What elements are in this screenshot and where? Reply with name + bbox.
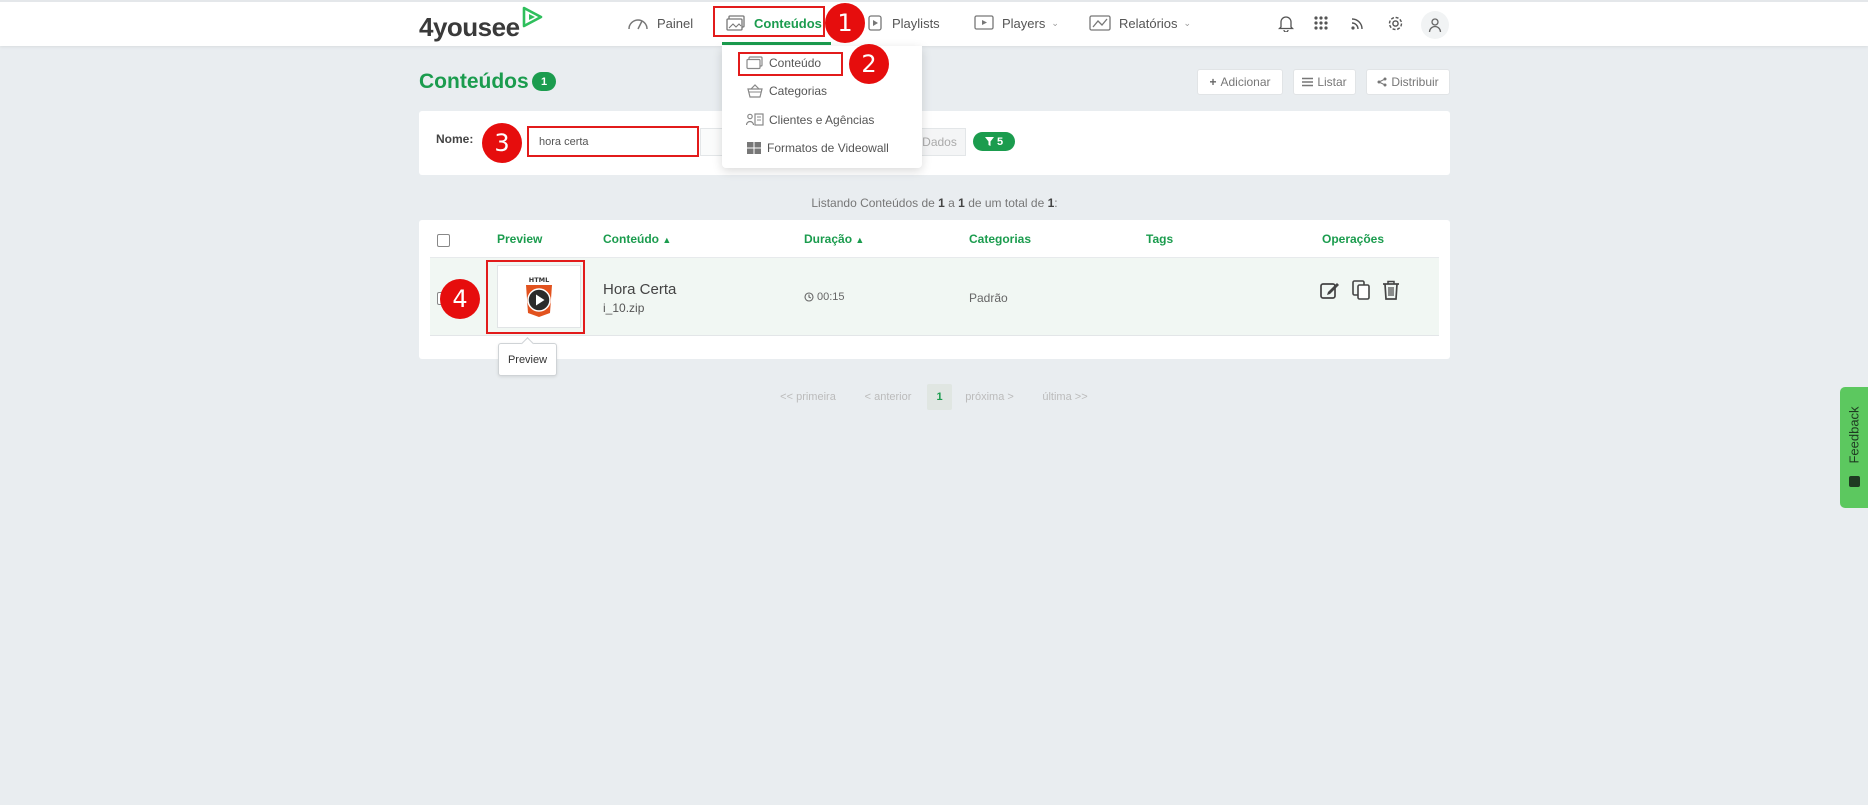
- pagination-last[interactable]: última >>: [1036, 384, 1094, 410]
- nav-label: Painel: [657, 15, 694, 31]
- name-filter-input[interactable]: [528, 127, 698, 157]
- listing-from: 1: [938, 196, 945, 210]
- nav-relatorios[interactable]: Relatórios ⌄: [1089, 11, 1191, 35]
- nav-painel[interactable]: Painel: [627, 11, 693, 35]
- html-play-icon: HTML: [526, 276, 552, 317]
- dropdown-item-label: Conteúdo: [769, 56, 822, 70]
- plus-icon: +: [1209, 75, 1217, 89]
- active-filters-count: 5: [996, 135, 1004, 148]
- annotation-marker: 4: [440, 279, 480, 319]
- annotation-marker: 3: [482, 123, 522, 163]
- playlist-icon: [868, 15, 882, 31]
- content-title[interactable]: Hora Certa: [603, 281, 676, 298]
- annotation-marker: 2: [849, 44, 889, 84]
- nav-label: Playlists: [892, 15, 940, 31]
- dropdown-item-clientes[interactable]: Clientes e Agências: [746, 110, 874, 130]
- preview-thumbnail[interactable]: HTML: [497, 265, 581, 328]
- edit-icon[interactable]: [1318, 278, 1342, 302]
- table-row: [430, 258, 1439, 336]
- nav-label: Conteúdos: [754, 15, 822, 31]
- thumb-label: HTML: [529, 276, 549, 284]
- share-icon: [1377, 77, 1387, 87]
- user-avatar[interactable]: [1421, 11, 1449, 39]
- content-count-badge: 1: [532, 72, 556, 91]
- apps-grid-icon[interactable]: [1311, 13, 1331, 33]
- copy-icon[interactable]: [1349, 278, 1373, 302]
- sort-asc-icon: ▲: [855, 235, 865, 245]
- column-tags: Tags: [1146, 232, 1174, 246]
- trash-icon[interactable]: [1379, 278, 1403, 302]
- feedback-label: Feedback: [1846, 406, 1862, 464]
- select-all-checkbox[interactable]: [437, 234, 450, 247]
- grid-icon: [747, 142, 761, 154]
- gauge-icon: [628, 19, 648, 30]
- player-icon: [974, 15, 994, 30]
- feedback-icon: [1849, 476, 1860, 487]
- list-button[interactable]: Listar: [1293, 69, 1356, 95]
- list-button-label: Listar: [1317, 75, 1347, 89]
- pagination-current[interactable]: 1: [927, 384, 952, 410]
- listing-mid2: de um total de: [964, 196, 1048, 210]
- nav-conteudos[interactable]: Conteúdos: [726, 11, 822, 35]
- dropdown-item-categorias[interactable]: Categorias: [746, 81, 827, 101]
- content-filename: i_10.zip: [603, 301, 645, 315]
- chevron-down-icon: ⌄: [1051, 17, 1059, 28]
- chevron-down-icon: ⌄: [1183, 17, 1192, 28]
- column-content-label: Conteúdo: [603, 232, 659, 246]
- dropdown-item-label: Formatos de Videowall: [767, 141, 889, 155]
- column-content[interactable]: Conteúdo ▲: [603, 232, 671, 246]
- content-duration: 00:15: [804, 291, 845, 303]
- distribute-button-label: Distribuir: [1391, 75, 1439, 89]
- gear-icon[interactable]: [1385, 13, 1405, 33]
- dropdown-item-videowall[interactable]: Formatos de Videowall: [746, 138, 889, 158]
- active-filters-badge[interactable]: 5: [973, 132, 1015, 151]
- column-duration[interactable]: Duração ▲: [804, 232, 864, 246]
- clients-icon: [746, 113, 764, 126]
- listing-summary: Listando Conteúdos de 1 a 1 de um total …: [419, 196, 1450, 210]
- media-icon: [726, 15, 745, 31]
- dropdown-item-label: Categorias: [769, 84, 828, 98]
- listing-prefix: Listando Conteúdos de: [811, 196, 939, 210]
- column-preview: Preview: [497, 232, 543, 246]
- chart-icon: [1089, 15, 1111, 31]
- nav-playlists[interactable]: Playlists: [866, 11, 940, 35]
- active-tab-indicator: [722, 42, 831, 45]
- user-icon: [1428, 18, 1442, 33]
- preview-tooltip: Preview: [498, 343, 557, 376]
- annotation-marker: 1: [825, 3, 865, 43]
- basket-icon: [747, 84, 763, 98]
- funnel-icon: [984, 137, 994, 146]
- content-category: Padrão: [969, 291, 1008, 305]
- listing-mid: a: [944, 196, 959, 210]
- clock-icon: [804, 292, 814, 302]
- listing-to: 1: [958, 196, 965, 210]
- column-operations: Operações: [1322, 232, 1385, 246]
- column-categories: Categorias: [969, 232, 1032, 246]
- rss-icon[interactable]: [1347, 13, 1367, 33]
- column-duration-label: Duração: [804, 232, 853, 246]
- listing-suffix: :: [1054, 196, 1058, 210]
- name-filter-label: Nome:: [436, 132, 474, 146]
- nav-label: Relatórios: [1119, 15, 1178, 31]
- pagination-previous[interactable]: < anterior: [859, 384, 917, 410]
- logo-play-icon: [522, 6, 543, 28]
- distribute-button[interactable]: Distribuir: [1366, 69, 1450, 95]
- add-button-label: Adicionar: [1220, 75, 1271, 89]
- duration-value: 00:15: [817, 291, 845, 303]
- sort-asc-icon: ▲: [662, 235, 672, 245]
- pagination-next[interactable]: próxima >: [962, 384, 1017, 410]
- add-button[interactable]: + Adicionar: [1197, 69, 1283, 95]
- dropdown-item-conteudo[interactable]: Conteúdo: [746, 53, 821, 73]
- bell-icon[interactable]: [1276, 13, 1296, 33]
- pagination-first[interactable]: << primeira: [775, 384, 841, 410]
- nav-label: Players: [1002, 15, 1046, 31]
- media-icon: [746, 56, 763, 70]
- dropdown-item-label: Clientes e Agências: [769, 113, 875, 127]
- nav-players[interactable]: Players ⌄: [974, 11, 1059, 35]
- page-title: Conteúdos: [419, 70, 529, 93]
- list-icon: [1302, 77, 1314, 87]
- brand-logo[interactable]: 4yousee: [419, 12, 520, 43]
